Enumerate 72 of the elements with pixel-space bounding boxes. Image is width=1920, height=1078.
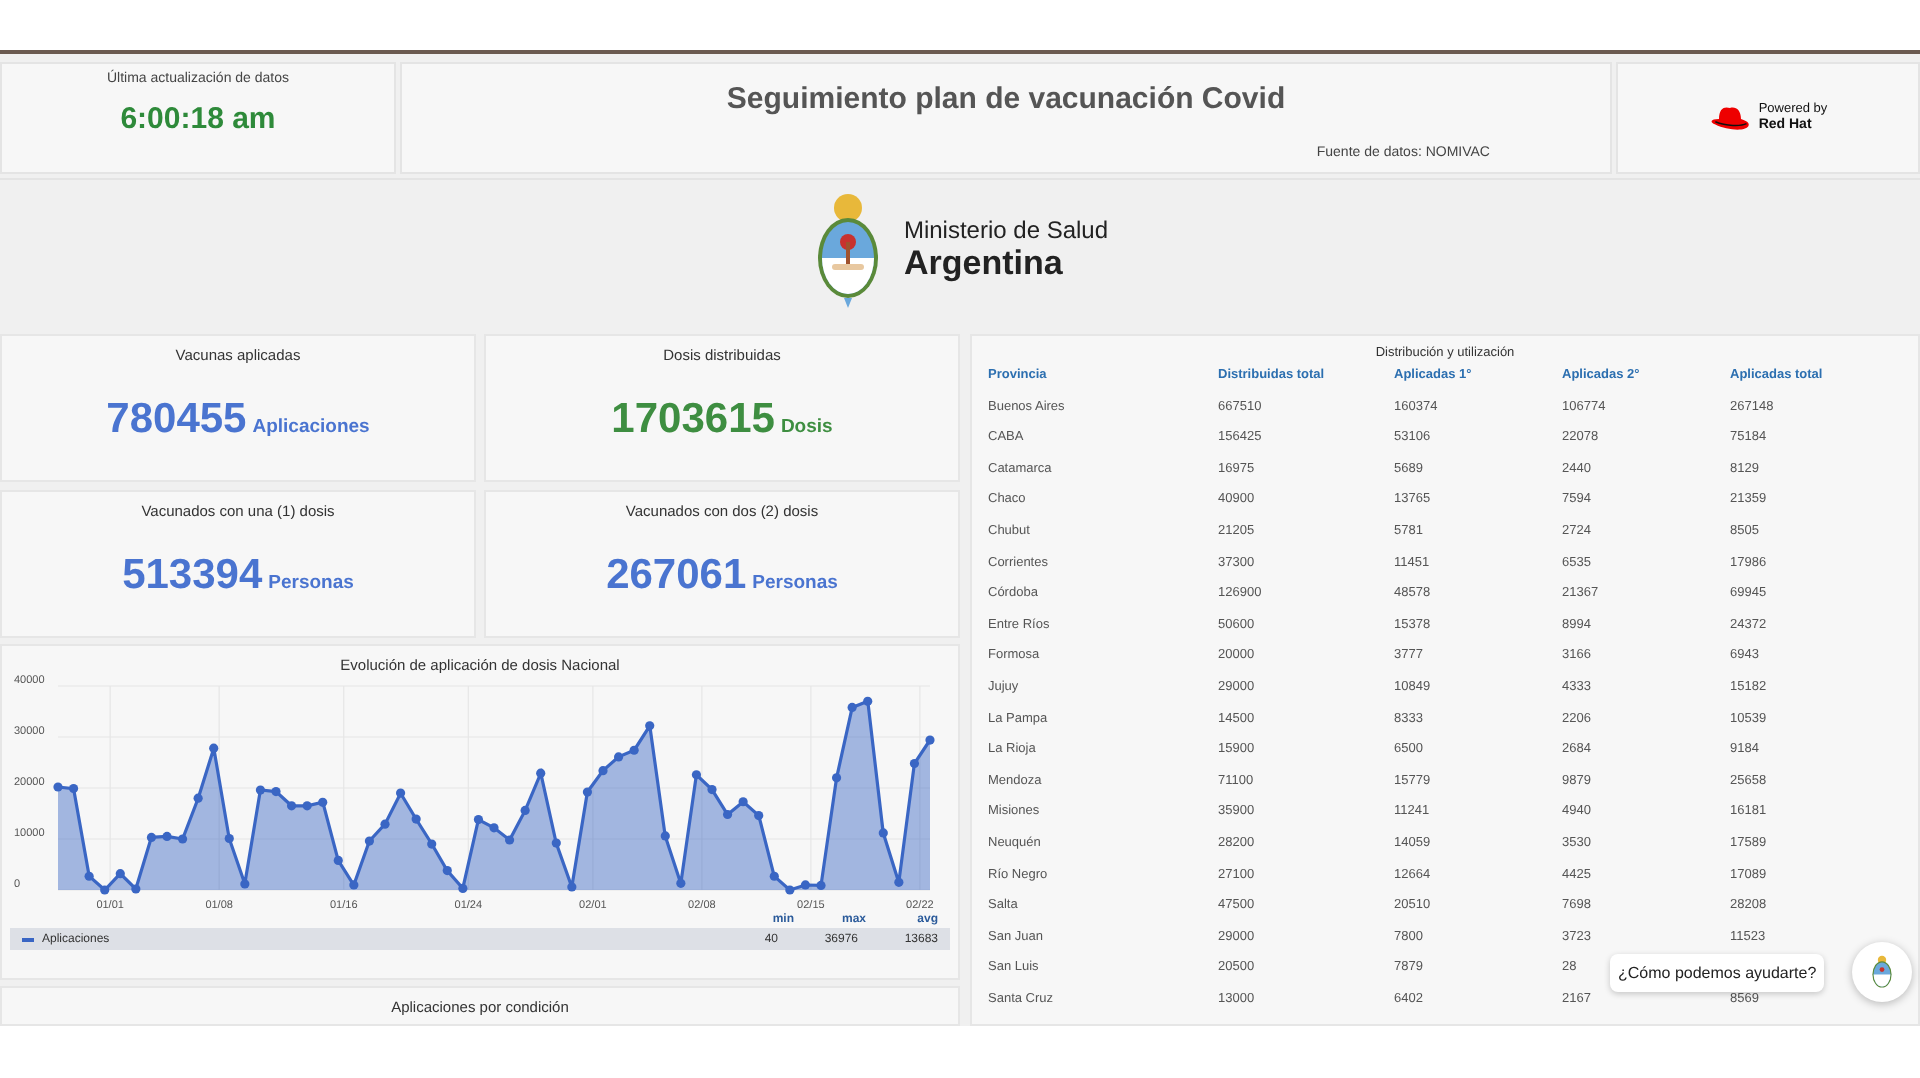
data-point — [707, 784, 717, 795]
data-point — [224, 833, 234, 844]
data-point — [286, 801, 297, 811]
kpi-unit: Personas — [268, 572, 354, 594]
data-point — [255, 785, 266, 795]
data-point — [831, 773, 842, 783]
data-point — [536, 768, 546, 778]
data-point — [333, 855, 343, 865]
data-point — [177, 834, 188, 844]
data-point — [318, 797, 328, 807]
data-point — [645, 721, 655, 731]
data-point — [146, 832, 157, 843]
data-point — [131, 884, 141, 894]
kpi-unit: Aplicaciones — [252, 416, 370, 438]
data-point — [785, 885, 795, 895]
page-title: Seguimiento plan de vacunación Covid — [726, 82, 1286, 116]
data-point — [878, 828, 888, 838]
data-point — [100, 885, 110, 895]
kpi-unit: Personas — [752, 572, 838, 594]
kpi-unit: Dosis — [780, 416, 833, 438]
data-point — [53, 782, 63, 792]
data-point — [380, 819, 390, 829]
country-name: Argentina — [903, 244, 1065, 284]
data-point — [193, 793, 203, 803]
data-point — [240, 879, 250, 889]
data-point — [909, 758, 920, 769]
data-point — [769, 871, 779, 881]
data-point — [349, 880, 359, 890]
data-point — [504, 835, 515, 845]
data-point — [68, 783, 79, 794]
data-point — [894, 877, 904, 887]
kpi-value: 513394 — [122, 552, 263, 600]
data-point — [676, 878, 686, 888]
ministry-name: Ministerio de Salud — [903, 216, 1109, 244]
update-time: 6:00:18 am — [120, 102, 276, 136]
data-point — [629, 745, 639, 755]
data-point — [442, 866, 452, 876]
chat-prompt[interactable]: ¿Cómo podemos ayudarte? — [1610, 953, 1825, 991]
data-point — [660, 831, 670, 841]
kpi-value: 267061 — [606, 552, 747, 600]
data-point — [209, 743, 219, 753]
data-point — [800, 880, 811, 890]
data-point — [598, 766, 608, 776]
data-point — [489, 823, 499, 833]
data-point — [925, 735, 935, 745]
data-point — [520, 805, 530, 816]
data-point — [84, 871, 94, 881]
data-point — [411, 814, 421, 824]
data-point — [302, 801, 312, 811]
data-point — [162, 831, 172, 842]
data-point — [613, 752, 624, 762]
data-point — [691, 770, 702, 780]
data-point — [551, 838, 561, 848]
data-point — [364, 836, 375, 846]
data-point — [582, 787, 593, 797]
hat-icon — [1708, 103, 1753, 133]
data-point — [473, 815, 484, 825]
data-point — [722, 809, 733, 820]
data-point — [738, 797, 748, 807]
emblem-icon — [1870, 954, 1895, 990]
data-point — [395, 788, 406, 798]
data-point — [816, 880, 826, 890]
kpi-value: 780455 — [106, 396, 247, 444]
data-point — [271, 786, 281, 797]
data-point — [458, 883, 468, 894]
data-point — [115, 869, 125, 879]
data-point — [847, 702, 857, 712]
kpi-value: 1703615 — [611, 396, 775, 444]
data-point — [567, 882, 577, 892]
data-point — [754, 810, 764, 821]
data-point — [863, 696, 873, 706]
data-point — [427, 839, 437, 849]
